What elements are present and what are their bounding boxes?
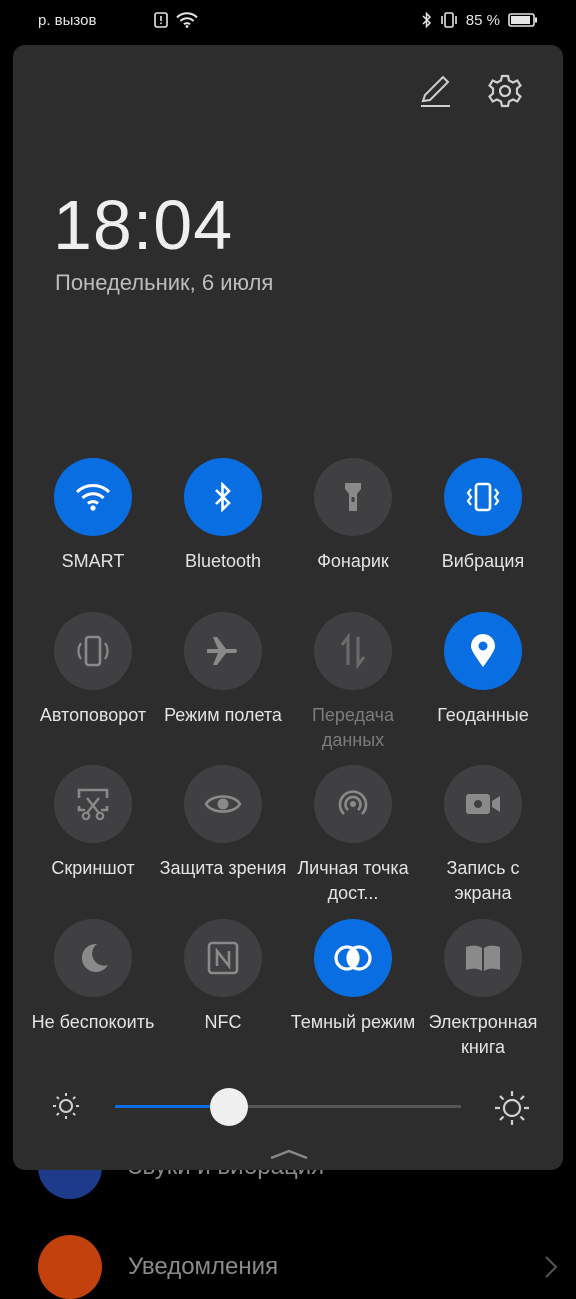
vibration-icon[interactable] [444,458,522,536]
tile-label: Автоповорот [39,705,147,725]
book-icon[interactable] [444,919,522,997]
tile-eye-protection[interactable]: Защита зрения [158,765,288,881]
tile-label: Электронная книга [428,1012,538,1057]
tile-label: Передача данных [311,705,395,750]
quick-settings-panel: 18:04 Понедельник, 6 июля SMART Bluetoot… [13,45,563,1170]
nfc-icon[interactable] [184,919,262,997]
edit-icon[interactable] [417,73,453,109]
collapse-handle-icon[interactable] [269,1147,309,1161]
tile-label: Bluetooth [184,551,262,571]
tile-flashlight[interactable]: Фонарик [288,458,418,574]
tile-label: Скриншот [51,858,135,878]
wifi-icon[interactable] [54,458,132,536]
tile-hotspot[interactable]: Личная точка дост... [288,765,418,906]
gear-icon[interactable] [487,73,523,109]
brightness-high-icon [495,1091,529,1125]
tile-label: Геоданные [437,705,529,725]
chevron-right-icon [545,1256,558,1278]
brightness-handle[interactable] [210,1088,249,1126]
tile-do-not-disturb[interactable]: Не беспокоить [28,919,158,1035]
screenshot-icon[interactable] [54,765,132,843]
wifi-status-icon [176,12,199,28]
tile-dark-mode[interactable]: Темный режим [288,919,418,1035]
bell-icon [38,1235,102,1299]
brightness-low-icon [53,1093,79,1119]
tile-screenshot[interactable]: Скриншот [28,765,158,881]
bluetooth-status-icon [422,12,432,28]
bluetooth-icon[interactable] [184,458,262,536]
tile-wifi[interactable]: SMART [28,458,158,574]
moon-icon[interactable] [54,919,132,997]
tile-bluetooth[interactable]: Bluetooth [158,458,288,574]
location-icon[interactable] [444,612,522,690]
eye-icon[interactable] [184,765,262,843]
sim-alert-icon [154,12,169,28]
autorotate-icon[interactable] [54,612,132,690]
tile-vibration[interactable]: Вибрация [418,458,548,574]
tile-label: Личная точка дост... [297,858,409,903]
flashlight-icon[interactable] [314,458,392,536]
screen-record-icon[interactable] [444,765,522,843]
tile-label: Не беспокоить [31,1012,155,1032]
brightness-slider[interactable] [49,1085,529,1129]
tile-ebook[interactable]: Электронная книга [418,919,548,1060]
tile-autorotate[interactable]: Автоповорот [28,612,158,728]
battery-icon [508,12,538,28]
clock-date: Понедельник, 6 июля [55,270,274,295]
tile-nfc[interactable]: NFC [158,919,288,1035]
tile-airplane[interactable]: Режим полета [158,612,288,728]
tile-screen-record[interactable]: Запись с экрана [418,765,548,906]
tile-label: Запись с экрана [446,858,520,903]
settings-item-label: Уведомления [128,1253,279,1280]
mobile-data-icon[interactable] [314,612,392,690]
tile-label: NFC [204,1012,242,1032]
tile-label: Защита зрения [159,858,287,878]
tile-label: Режим полета [164,705,282,725]
tile-label: Вибрация [441,551,525,571]
tile-label: SMART [61,551,125,571]
tile-mobile-data[interactable]: Передача данных [288,612,418,753]
tile-label: Фонарик [317,551,389,571]
battery-percent: 85 % [465,11,500,29]
carrier-text: р. вызов [38,11,97,29]
airplane-icon[interactable] [184,612,262,690]
hotspot-icon[interactable] [314,765,392,843]
tile-label: Темный режим [290,1012,416,1032]
clock-time: 18:04 [53,186,234,264]
settings-item-notifications[interactable]: Уведомления [38,1235,558,1299]
status-bar: р. вызов 85 % [0,0,576,40]
dark-mode-icon[interactable] [314,919,392,997]
vibrate-status-icon [440,12,458,28]
tile-location[interactable]: Геоданные [418,612,548,728]
